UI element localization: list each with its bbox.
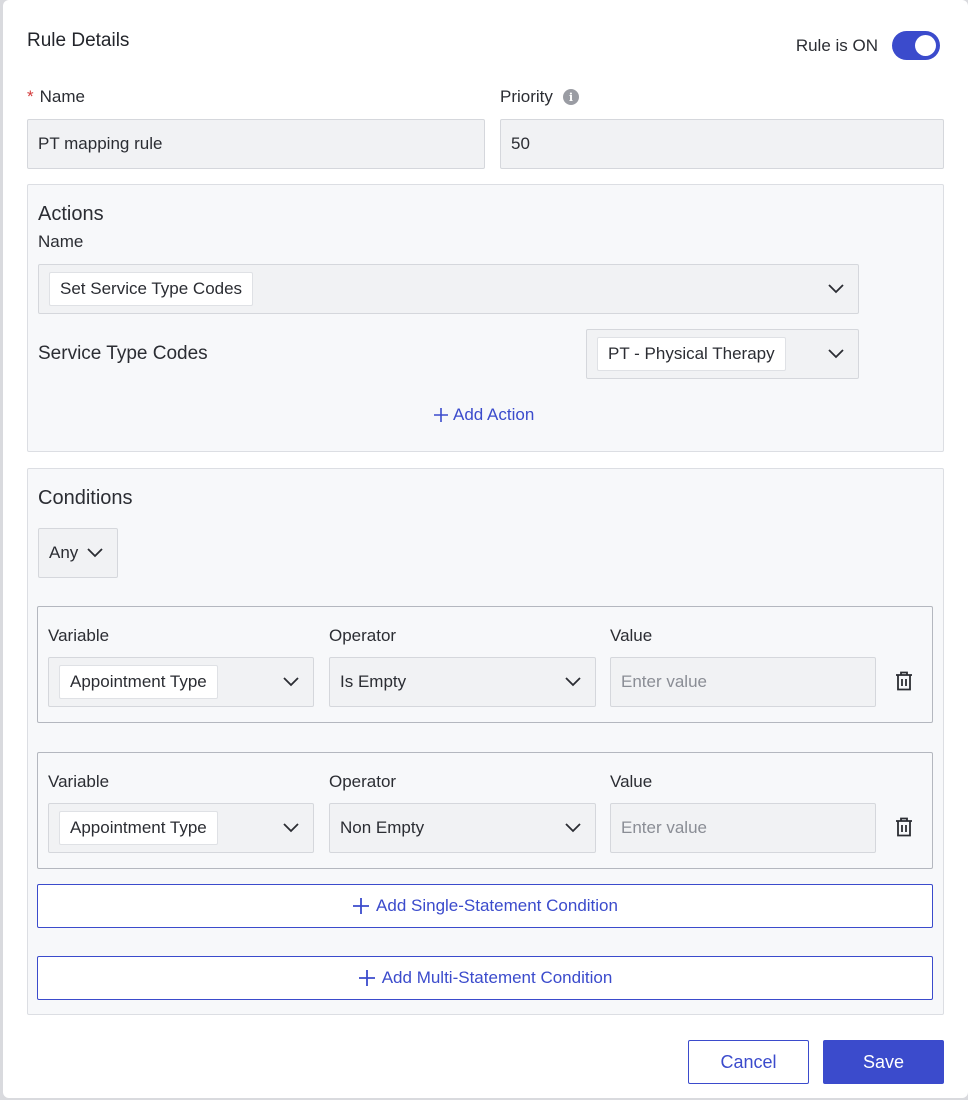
dialog-title: Rule Details [27,30,130,51]
name-label: Name [39,87,85,106]
toggle-knob [915,35,936,56]
required-mark: * [27,87,34,106]
add-multi-condition-button[interactable]: Add Multi-Statement Condition [37,956,933,1000]
operator-value: Non Empty [340,818,425,837]
actions-panel: Actions Name Set Service Type Codes Serv… [27,184,944,452]
value-label: Value [610,626,653,645]
operator-label: Operator [329,772,397,791]
add-single-condition-button[interactable]: Add Single-Statement Condition [37,884,933,928]
operator-select[interactable]: Is Empty [329,657,596,707]
action-name-select[interactable]: Set Service Type Codes [38,264,859,314]
condition-row: Variable Operator Value Appointment Type… [37,606,933,723]
operator-select[interactable]: Non Empty [329,803,596,853]
conditions-title: Conditions [38,487,133,509]
chevron-down-icon [283,823,299,833]
rule-toggle-group: Rule is ON [796,31,940,60]
cancel-button[interactable]: Cancel [688,1040,809,1084]
chevron-down-icon [283,677,299,687]
priority-input[interactable]: 50 [500,119,944,169]
plus-icon [358,970,375,986]
trash-icon[interactable] [895,671,913,691]
variable-label: Variable [48,626,110,645]
service-type-select[interactable]: PT - Physical Therapy [586,329,859,379]
value-label: Value [610,772,653,791]
add-action-button[interactable]: Add Action [433,405,534,425]
name-input[interactable]: PT mapping rule [27,119,485,169]
value-input[interactable]: Enter value [610,657,876,707]
variable-select[interactable]: Appointment Type [48,657,314,707]
variable-chip: Appointment Type [59,665,218,699]
match-mode-value: Any [49,543,79,562]
variable-chip: Appointment Type [59,811,218,845]
chevron-down-icon [87,548,103,558]
chevron-down-icon [828,349,844,359]
rule-toggle-label: Rule is ON [795,35,878,55]
add-multi-condition-label: Add Multi-Statement Condition [381,968,613,987]
condition-row: Variable Operator Value Appointment Type… [37,752,933,869]
operator-value: Is Empty [340,672,407,691]
match-mode-select[interactable]: Any [38,528,118,578]
trash-icon[interactable] [895,817,913,837]
rule-details-dialog: Rule Details Rule is ON * Name PT mappin… [3,0,968,1098]
add-single-condition-label: Add Single-Statement Condition [376,896,618,915]
action-name-label: Name [38,232,84,251]
variable-label: Variable [48,772,110,791]
variable-select[interactable]: Appointment Type [48,803,314,853]
value-input[interactable]: Enter value [610,803,876,853]
save-button[interactable]: Save [823,1040,944,1084]
name-label-group: * Name [27,87,85,107]
plus-icon [353,898,370,914]
operator-label: Operator [329,626,397,645]
chevron-down-icon [565,677,581,687]
service-type-label: Service Type Codes [38,343,208,364]
conditions-panel: Conditions Any [27,468,944,1015]
chevron-down-icon [565,823,581,833]
actions-title: Actions [38,203,104,225]
priority-label-group: Priority i [500,87,579,107]
service-type-chip: PT - Physical Therapy [597,337,786,371]
chevron-down-icon [828,284,844,294]
priority-label: Priority [500,87,553,106]
info-icon[interactable]: i [562,89,579,105]
plus-icon [434,408,448,422]
action-name-chip: Set Service Type Codes [49,272,254,306]
rule-toggle[interactable] [892,31,940,60]
add-action-label: Add Action [453,405,535,424]
